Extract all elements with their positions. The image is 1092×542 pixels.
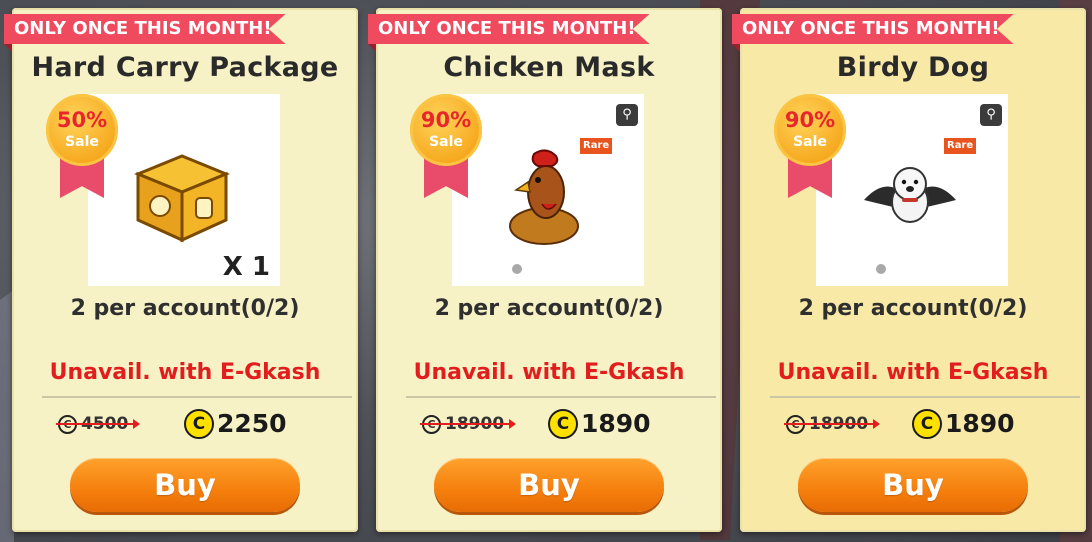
ribbon-fold (4, 44, 12, 52)
original-price: C18900 (420, 414, 517, 434)
zoom-icon[interactable]: ⚲ (616, 104, 638, 126)
product-card-chicken-mask[interactable]: ONLY ONCE THIS MONTH! Chicken Mask ⚲ Rar… (368, 8, 722, 532)
sale-badge: 90% Sale (774, 94, 846, 198)
sale-price-value: 1890 (945, 409, 1015, 438)
carousel-dot[interactable] (512, 264, 522, 274)
product-title: Hard Carry Package (31, 52, 339, 83)
carousel-dot[interactable] (876, 264, 886, 274)
strikethrough-arrow (420, 419, 517, 429)
product-title: Chicken Mask (443, 52, 655, 83)
purchase-limit: 2 per account(0/2) (798, 296, 1028, 321)
purchase-limit: 2 per account(0/2) (434, 296, 664, 321)
sale-price-value: 1890 (581, 409, 651, 438)
sale-price: C 2250 (184, 409, 287, 439)
divider (770, 396, 1080, 398)
promo-ribbon: ONLY ONCE THIS MONTH! (732, 14, 1014, 44)
product-card-birdy-dog[interactable]: ONLY ONCE THIS MONTH! Birdy Dog ⚲ Rare 9… (732, 8, 1086, 532)
promo-ribbon: ONLY ONCE THIS MONTH! (4, 14, 286, 44)
ribbon-fold (368, 44, 376, 52)
coin-icon: C (548, 409, 578, 439)
product-title: Birdy Dog (836, 52, 990, 83)
strikethrough-arrow (784, 419, 881, 429)
buy-button[interactable]: Buy (70, 458, 300, 512)
divider (42, 396, 352, 398)
promo-ribbon: ONLY ONCE THIS MONTH! (368, 14, 650, 44)
buy-button[interactable]: Buy (798, 458, 1028, 512)
sale-percent: 90% (784, 108, 836, 132)
sale-price: C 1890 (548, 409, 651, 439)
rarity-tag: Rare (944, 138, 977, 154)
buy-button[interactable]: Buy (434, 458, 664, 512)
purchase-limit: 2 per account(0/2) (70, 296, 300, 321)
coin-icon: C (184, 409, 214, 439)
coin-icon: C (912, 409, 942, 439)
sale-badge: 50% Sale (46, 94, 118, 198)
sale-percent: 90% (420, 108, 472, 132)
golden-box-icon (134, 154, 230, 243)
sale-percent: 50% (56, 108, 108, 132)
unavailable-note: Unavail. with E-Gkash (49, 360, 321, 385)
original-price: C4500 (56, 414, 141, 434)
unavailable-note: Unavail. with E-Gkash (413, 360, 685, 385)
original-price: C18900 (784, 414, 881, 434)
strikethrough-arrow (56, 419, 141, 429)
sale-label: Sale (65, 134, 99, 150)
sale-label: Sale (429, 134, 463, 150)
item-quantity: X 1 (222, 252, 270, 282)
chicken-mask-icon (509, 149, 579, 245)
product-card-hard-carry-package[interactable]: ONLY ONCE THIS MONTH! Hard Carry Package… (4, 8, 358, 532)
sale-price-value: 2250 (217, 409, 287, 438)
sale-label: Sale (793, 134, 827, 150)
zoom-icon[interactable]: ⚲ (980, 104, 1002, 126)
sale-price: C 1890 (912, 409, 1015, 439)
unavailable-note: Unavail. with E-Gkash (777, 360, 1049, 385)
divider (406, 396, 716, 398)
ribbon-fold (732, 44, 740, 52)
sale-badge: 90% Sale (410, 94, 482, 198)
birdy-dog-icon (864, 167, 956, 223)
